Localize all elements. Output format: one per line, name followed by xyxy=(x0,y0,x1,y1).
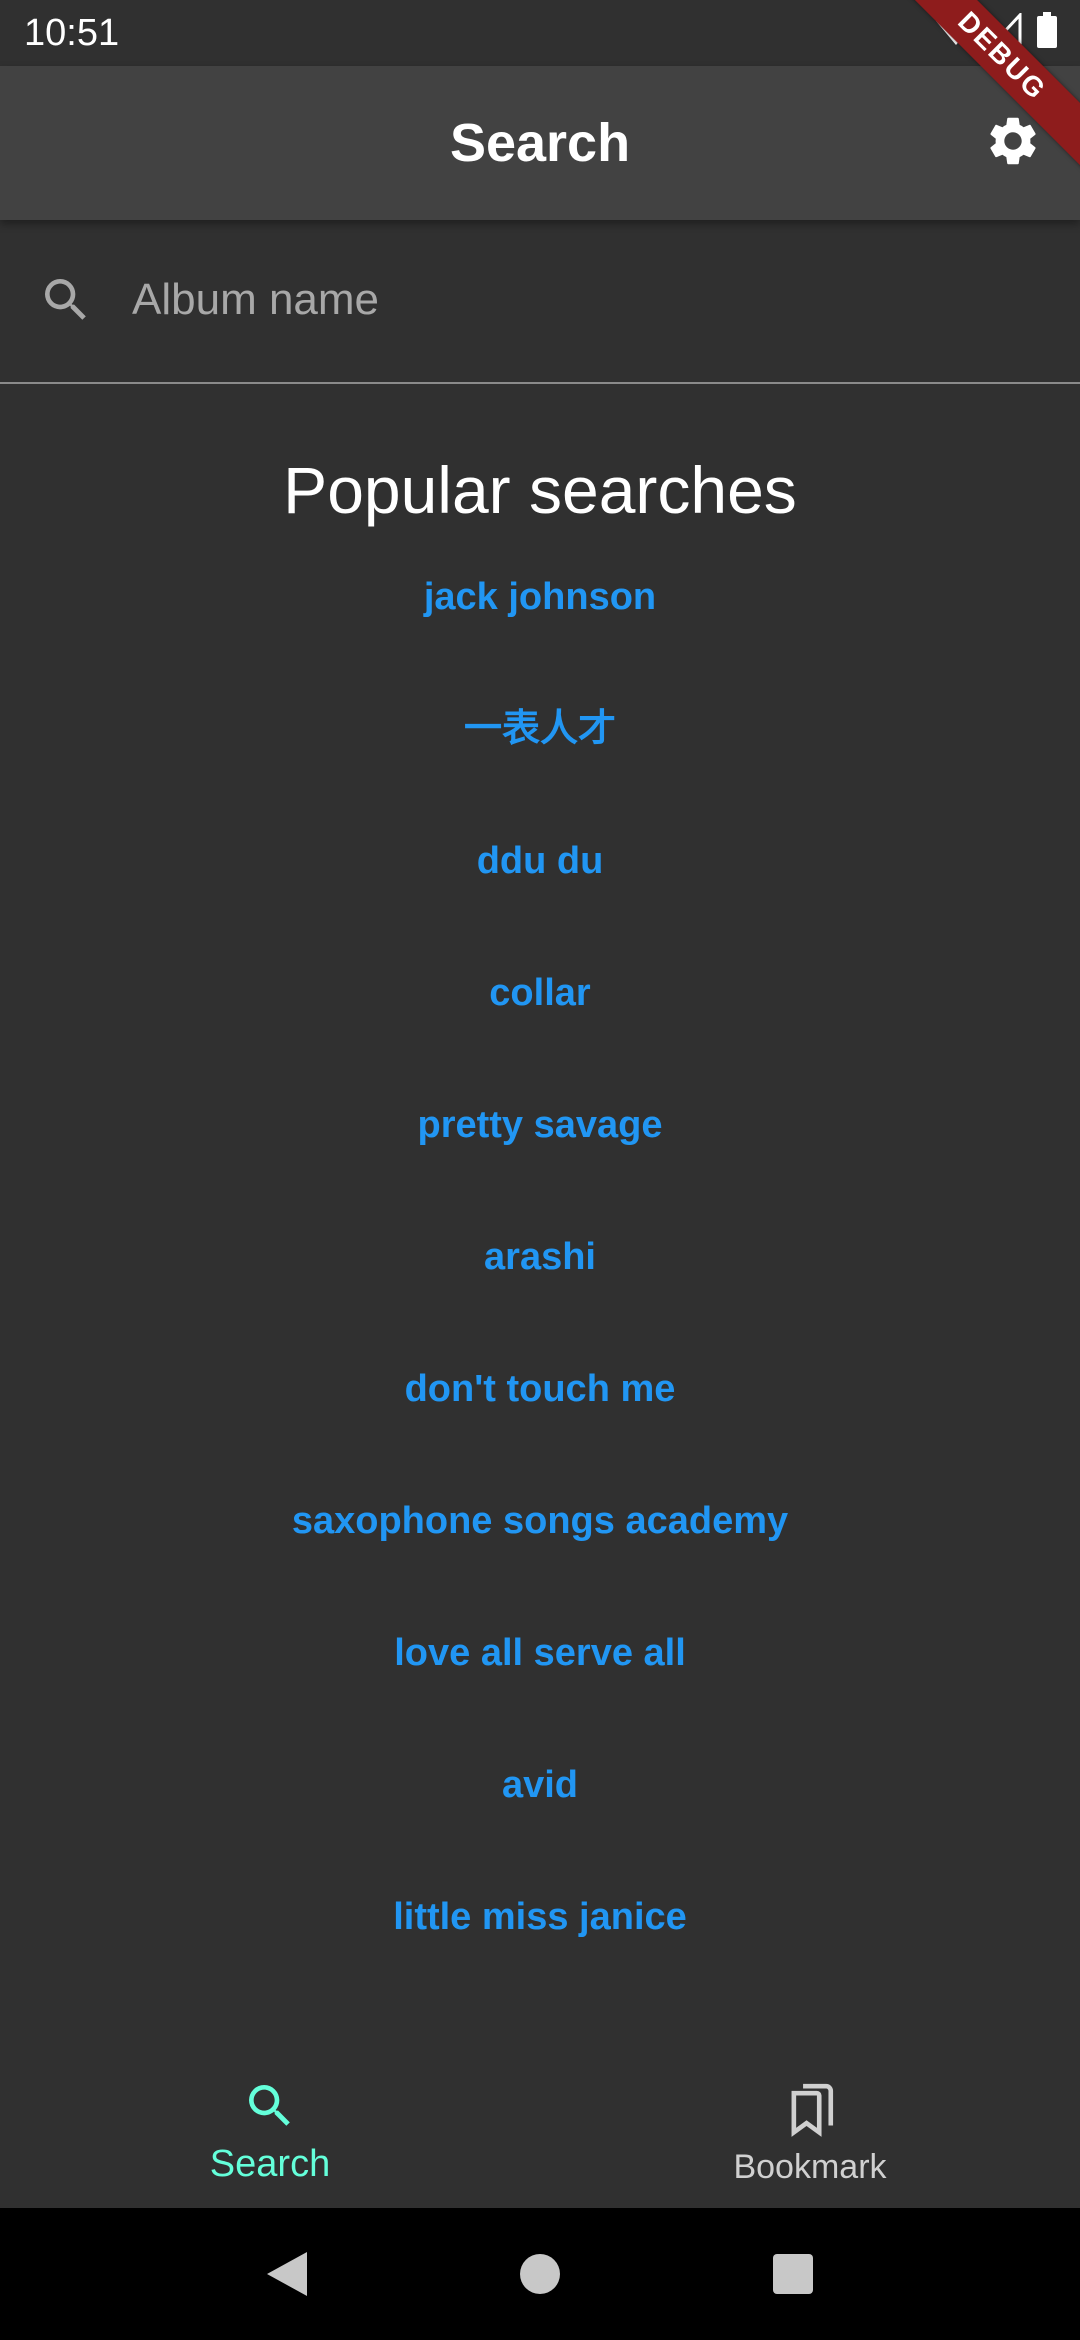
gear-icon xyxy=(984,112,1042,175)
system-nav-bar xyxy=(0,2208,1080,2340)
bottom-nav: Search Bookmark xyxy=(0,2056,1080,2208)
popular-search-link[interactable]: don't touch me xyxy=(0,1352,1080,1484)
battery-icon xyxy=(1036,12,1058,53)
popular-search-link[interactable]: collar xyxy=(0,956,1080,1088)
settings-button[interactable] xyxy=(982,112,1044,174)
search-icon xyxy=(38,272,94,333)
recents-button[interactable] xyxy=(763,2244,823,2304)
popular-search-link[interactable]: arashi xyxy=(0,1220,1080,1352)
popular-search-link[interactable]: avid xyxy=(0,1748,1080,1880)
nav-item-bookmark[interactable]: Bookmark xyxy=(540,2056,1080,2208)
nav-label-bookmark: Bookmark xyxy=(733,2148,887,2186)
status-time: 10:51 xyxy=(24,11,120,54)
popular-search-link[interactable]: ddu du xyxy=(0,824,1080,956)
popular-search-link[interactable]: love all serve all xyxy=(0,1616,1080,1748)
page-title: Search xyxy=(449,113,631,173)
home-button[interactable] xyxy=(510,2244,570,2304)
search-icon xyxy=(242,2078,298,2139)
bookmark-icon xyxy=(782,2077,838,2142)
popular-search-link[interactable]: pretty savage xyxy=(0,1088,1080,1220)
search-input[interactable] xyxy=(132,250,1032,350)
popular-search-link[interactable]: saxophone songs academy xyxy=(0,1484,1080,1616)
app-bar: Search xyxy=(0,66,1080,220)
popular-search-link[interactable]: 一表人才 xyxy=(0,692,1080,824)
status-bar: 10:51 xyxy=(0,0,1080,66)
popular-searches-list: jack johnson 一表人才 ddu du collar pretty s… xyxy=(0,560,1080,2012)
nav-item-search[interactable]: Search xyxy=(0,2056,540,2208)
popular-search-link[interactable]: jack johnson xyxy=(0,560,1080,692)
screen: 10:51 DEBUG Search Album name Popular se… xyxy=(0,0,1080,2340)
popular-searches-title: Popular searches xyxy=(283,453,797,527)
back-button[interactable] xyxy=(257,2244,317,2304)
popular-search-link[interactable]: little miss janice xyxy=(0,1880,1080,2012)
nav-label-search: Search xyxy=(209,2143,331,2185)
